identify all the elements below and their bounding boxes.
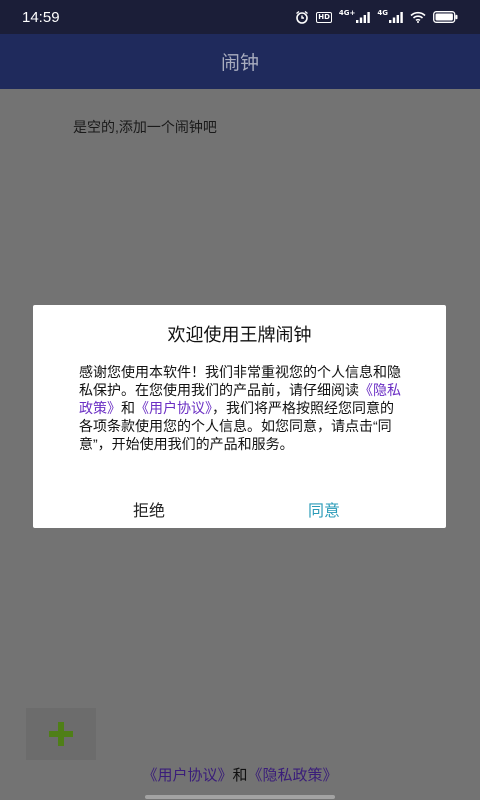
privacy-policy-link[interactable]: 《隐私政策》 bbox=[248, 767, 338, 784]
dialog-actions: 拒绝 同意 bbox=[33, 497, 446, 521]
add-alarm-button[interactable] bbox=[26, 708, 96, 760]
user-agreement-link[interactable]: 《用户协议》 bbox=[142, 767, 232, 784]
status-time: 14:59 bbox=[22, 8, 60, 26]
hd-badge: HD bbox=[316, 11, 332, 23]
dialog-user-agreement-link[interactable]: 《用户协议》 bbox=[135, 400, 212, 416]
status-icons: HD 4G+ 4G bbox=[295, 8, 458, 24]
privacy-consent-dialog: 欢迎使用王牌闹钟 感谢您使用本软件！我们非常重视您的个人信息和隐私保护。在您使用… bbox=[33, 305, 446, 528]
alarm-icon bbox=[295, 10, 309, 24]
network-type-label: 4G bbox=[377, 8, 388, 17]
agree-button[interactable]: 同意 bbox=[308, 497, 340, 521]
dialog-text: 和 bbox=[121, 400, 135, 416]
footer-links: 《用户协议》和《隐私政策》 bbox=[0, 764, 480, 785]
empty-state-message: 是空的,添加一个闹钟吧 bbox=[73, 119, 217, 135]
status-bar: 14:59 HD 4G+ 4G bbox=[0, 0, 480, 34]
signal-icon: 4G+ bbox=[338, 8, 371, 23]
reject-button[interactable]: 拒绝 bbox=[133, 497, 165, 521]
page-title: 闹钟 bbox=[220, 53, 259, 74]
dialog-title: 欢迎使用王牌闹钟 bbox=[167, 325, 312, 345]
home-indicator[interactable] bbox=[145, 795, 335, 799]
dialog-text: 感谢您使用本软件！我们非常重视您的个人信息和隐私保护。在您使用我们的产品前，请仔… bbox=[79, 364, 401, 398]
signal-icon: 4G bbox=[377, 8, 403, 23]
app-bar: 闹钟 bbox=[0, 34, 480, 89]
footer-conjunction: 和 bbox=[232, 767, 248, 784]
battery-icon bbox=[433, 11, 458, 23]
wifi-icon bbox=[410, 11, 426, 23]
plus-icon bbox=[49, 722, 73, 746]
dialog-body: 感谢您使用本软件！我们非常重视您的个人信息和隐私保护。在您使用我们的产品前，请仔… bbox=[79, 363, 407, 453]
network-type-label: 4G+ bbox=[338, 8, 356, 17]
